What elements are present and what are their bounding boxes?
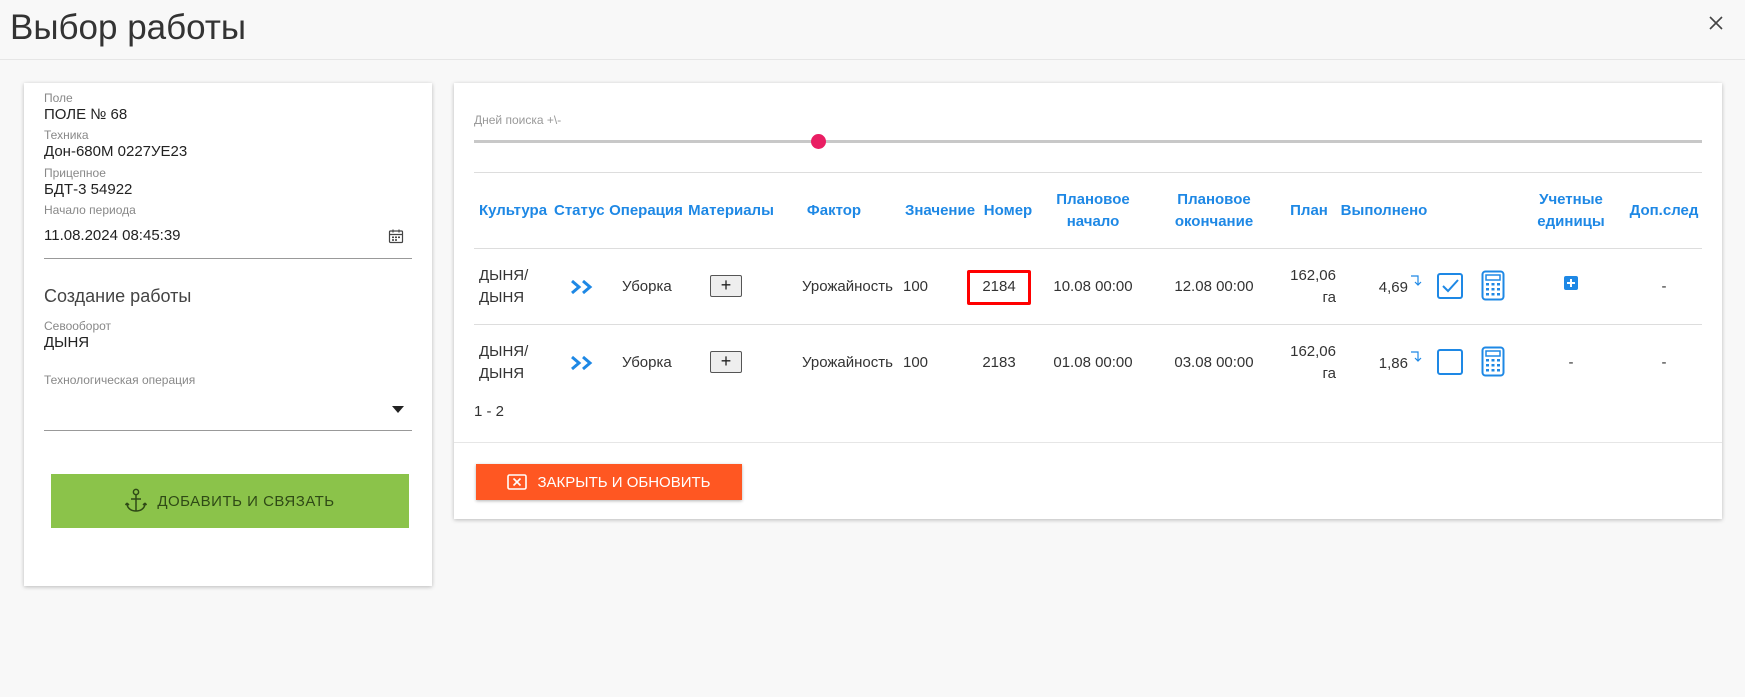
row2-culture-line2: ДЫНЯ: [479, 365, 525, 382]
pagination-info: 1 - 2: [474, 403, 505, 420]
row2-plan-value: 162,06: [1290, 343, 1336, 360]
dialog-header: Выбор работы: [0, 0, 1745, 60]
col-plan-end[interactable]: Плановое окончание: [1164, 189, 1264, 233]
row2-number[interactable]: 2183: [970, 352, 1028, 374]
row2-culture-line1: ДЫНЯ/: [479, 343, 529, 360]
row1-plan-unit: га: [1322, 289, 1336, 306]
row1-plan-value: 162,06: [1290, 267, 1336, 284]
row1-materials-add-button[interactable]: +: [710, 275, 742, 297]
row2-extra: -: [1661, 354, 1667, 371]
row1-extra: -: [1661, 278, 1667, 295]
col-factor[interactable]: Фактор: [794, 200, 874, 222]
status-forward-icon[interactable]: [570, 355, 596, 371]
search-days-slider[interactable]: [474, 134, 1702, 149]
footer-divider: [454, 442, 1722, 443]
add-and-link-button[interactable]: ДОБАВИТЬ И СВЯЗАТЬ: [51, 474, 409, 528]
status-forward-icon[interactable]: [570, 279, 596, 295]
col-plan-start[interactable]: Плановое начало: [1048, 189, 1138, 233]
row1-plan-end: 12.08 00:00: [1174, 278, 1254, 295]
field-label: Поле: [44, 91, 73, 105]
techop-select[interactable]: [44, 387, 412, 431]
dropdown-arrow-icon: [392, 406, 404, 413]
anchor-icon: [125, 488, 148, 512]
work-form-panel: Поле ПОЛЕ № 68 Техника Дон-680М 0227УЕ23…: [24, 83, 432, 586]
row1-value: 100: [903, 278, 929, 295]
period-start-input[interactable]: 11.08.2024 08:45:39: [44, 218, 412, 259]
row1-operation: Уборка: [622, 278, 672, 295]
check-icon: [1442, 279, 1459, 293]
col-operation[interactable]: Операция: [606, 200, 686, 222]
table-top-border: [474, 172, 1702, 173]
row2-plan-unit: га: [1322, 365, 1336, 382]
search-days-label: Дней поиска +\-: [474, 113, 562, 127]
row2-value: 100: [903, 354, 929, 371]
row2-done: 1,86: [1378, 355, 1408, 372]
machine-label: Техника: [44, 128, 89, 142]
row-divider: [474, 324, 1702, 325]
techop-label: Технологическая операция: [44, 373, 196, 387]
period-label: Начало периода: [44, 203, 136, 217]
calculator-icon[interactable]: [1481, 270, 1505, 301]
calendar-icon[interactable]: [388, 228, 404, 244]
period-start-value: 11.08.2024 08:45:39: [44, 227, 181, 244]
col-extra[interactable]: Доп.след: [1624, 200, 1704, 222]
trailer-value: БДТ-3 54922: [44, 181, 133, 198]
row1-done: 4,69: [1378, 279, 1408, 296]
row2-units: -: [1568, 354, 1574, 371]
field-value: ПОЛЕ № 68: [44, 106, 128, 123]
col-status[interactable]: Статус: [554, 200, 605, 222]
col-number[interactable]: Номер: [978, 200, 1038, 222]
row2-operation: Уборка: [622, 354, 672, 371]
row1-checkbox[interactable]: [1437, 273, 1463, 299]
row2-checkbox[interactable]: [1437, 349, 1463, 375]
row2-factor: Урожайность: [802, 354, 893, 371]
col-done[interactable]: Выполнено: [1334, 200, 1434, 222]
create-work-title: Создание работы: [44, 286, 192, 306]
work-list-panel: Дней поиска +\- Культура Статус Операция…: [454, 83, 1722, 519]
col-value[interactable]: Значение: [900, 200, 980, 222]
col-materials[interactable]: Материалы: [686, 200, 776, 222]
row1-number[interactable]: 2184: [970, 276, 1028, 298]
row1-plan-start: 10.08 00:00: [1053, 278, 1133, 295]
header-divider: [474, 248, 1702, 249]
return-arrow-icon[interactable]: [1410, 349, 1424, 363]
dialog-title: Выбор работы: [10, 8, 247, 47]
row2-plan-end: 03.08 00:00: [1174, 354, 1254, 371]
col-plan[interactable]: План: [1284, 200, 1334, 222]
row1-culture-line2: ДЫНЯ: [479, 289, 525, 306]
close-and-refresh-button[interactable]: ЗАКРЫТЬ И ОБНОВИТЬ: [476, 464, 742, 500]
plus-square-icon[interactable]: [1564, 276, 1578, 290]
col-units[interactable]: Учетные единицы: [1526, 189, 1616, 233]
row1-culture-line1: ДЫНЯ/: [479, 267, 529, 284]
return-arrow-icon[interactable]: [1410, 273, 1424, 287]
add-button-label: ДОБАВИТЬ И СВЯЗАТЬ: [157, 492, 335, 510]
trailer-label: Прицепное: [44, 166, 106, 180]
col-culture[interactable]: Культура: [474, 200, 552, 222]
slider-thumb[interactable]: [810, 134, 826, 149]
machine-value: Дон-680М 0227УЕ23: [44, 143, 188, 160]
close-box-icon: [507, 474, 528, 490]
calculator-icon[interactable]: [1481, 346, 1505, 377]
row2-plan-start: 01.08 00:00: [1053, 354, 1133, 371]
close-icon[interactable]: [1707, 14, 1725, 32]
row2-materials-add-button[interactable]: +: [710, 351, 742, 373]
close-button-label: ЗАКРЫТЬ И ОБНОВИТЬ: [537, 473, 711, 491]
rotation-label: Севооборот: [44, 319, 112, 333]
rotation-value: ДЫНЯ: [44, 334, 90, 351]
row1-factor: Урожайность: [802, 278, 893, 295]
